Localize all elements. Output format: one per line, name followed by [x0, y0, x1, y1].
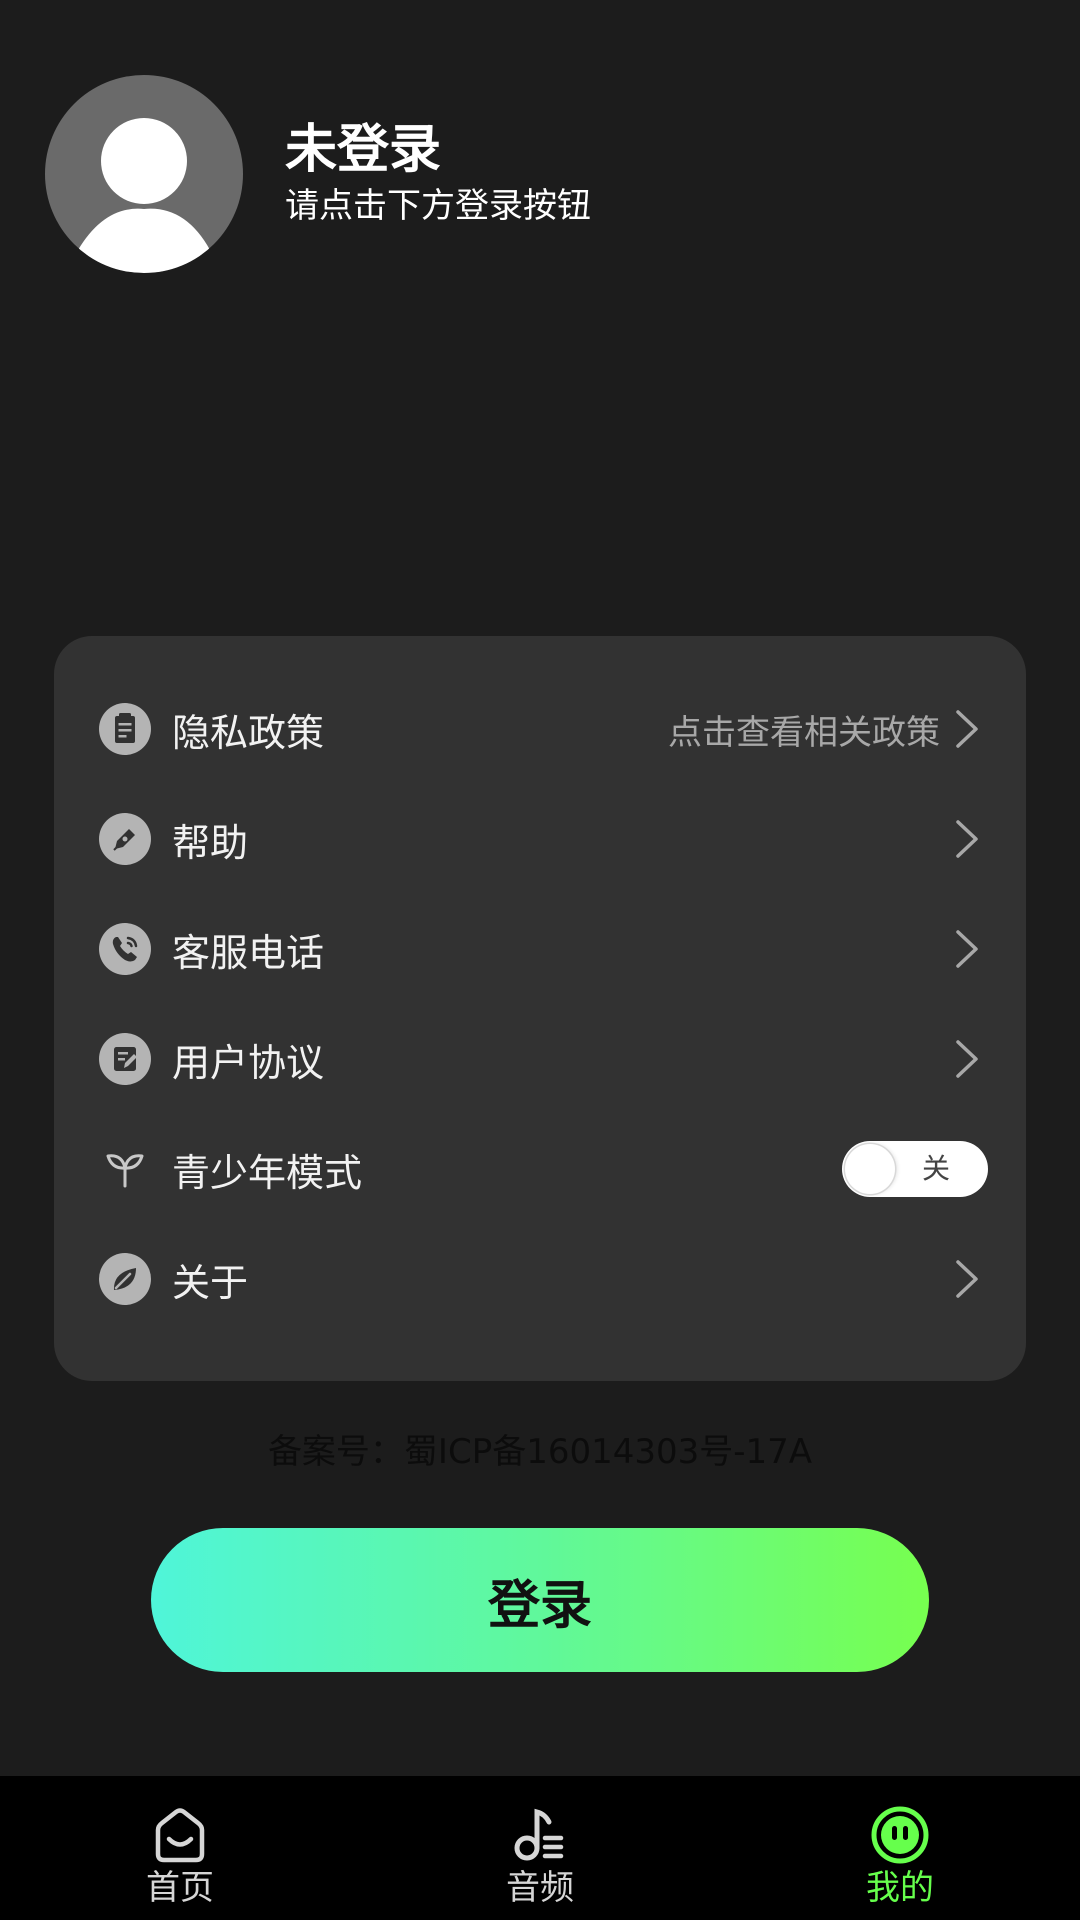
leaf-icon [98, 1252, 152, 1306]
chevron-right-icon [956, 820, 978, 858]
bottom-tab-bar: 首页 音频 我的 [0, 1776, 1080, 1920]
menu-item-youth-mode: 青少年模式 关 [54, 1114, 1026, 1224]
profile-text: 未登录 请点击下方登录按钮 [285, 120, 591, 228]
menu-item-user-agreement[interactable]: 用户协议 [54, 1004, 1026, 1114]
profile-header: 未登录 请点击下方登录按钮 [45, 75, 591, 273]
login-status-subtitle: 请点击下方登录按钮 [285, 186, 591, 226]
chevron-right-icon [956, 1260, 978, 1298]
chevron-right-icon [956, 710, 978, 748]
settings-card: 隐私政策 点击查看相关政策 帮助 客服电话 用户协议 青少年模式 关 关于 [54, 636, 1026, 1381]
icp-record-text: 备案号：蜀ICP备16014303号-17A [267, 1432, 813, 1472]
toggle-state-text: 关 [921, 1152, 950, 1185]
menu-item-privacy[interactable]: 隐私政策 点击查看相关政策 [54, 674, 1026, 784]
phone-icon [98, 922, 152, 976]
home-icon [155, 1808, 205, 1863]
menu-item-service-phone[interactable]: 客服电话 [54, 894, 1026, 1004]
chevron-right-icon [956, 1040, 978, 1078]
tab-audio[interactable]: 音频 [360, 1776, 720, 1920]
menu-hint-privacy: 点击查看相关政策 [668, 712, 940, 753]
user-silhouette-icon [78, 118, 210, 273]
login-button[interactable]: 登录 [151, 1528, 929, 1672]
tab-label-mine: 我的 [866, 1868, 934, 1908]
tab-mine[interactable]: 我的 [720, 1776, 1080, 1920]
chevron-right-icon [956, 930, 978, 968]
menu-item-about[interactable]: 关于 [54, 1224, 1026, 1334]
tab-home[interactable]: 首页 [0, 1776, 360, 1920]
tab-label-home: 首页 [146, 1868, 214, 1908]
login-status-title: 未登录 [285, 120, 442, 180]
menu-label-user-agreement: 用户协议 [172, 1040, 325, 1085]
tab-label-audio: 音频 [506, 1868, 574, 1908]
smile-face-icon [871, 1806, 929, 1864]
menu-label-privacy: 隐私政策 [172, 710, 325, 755]
avatar[interactable] [45, 75, 243, 273]
menu-label-help: 帮助 [172, 820, 249, 865]
menu-label-youth-mode: 青少年模式 [172, 1150, 363, 1195]
menu-item-help[interactable]: 帮助 [54, 784, 1026, 894]
menu-label-service-phone: 客服电话 [172, 930, 325, 975]
sprout-icon [98, 1142, 152, 1196]
pen-icon [98, 812, 152, 866]
document-edit-icon [98, 1032, 152, 1086]
music-note-icon [514, 1808, 564, 1861]
clipboard-icon [98, 702, 152, 756]
youth-mode-toggle[interactable]: 关 [842, 1141, 988, 1197]
menu-label-about: 关于 [172, 1260, 249, 1305]
toggle-knob [845, 1144, 895, 1194]
